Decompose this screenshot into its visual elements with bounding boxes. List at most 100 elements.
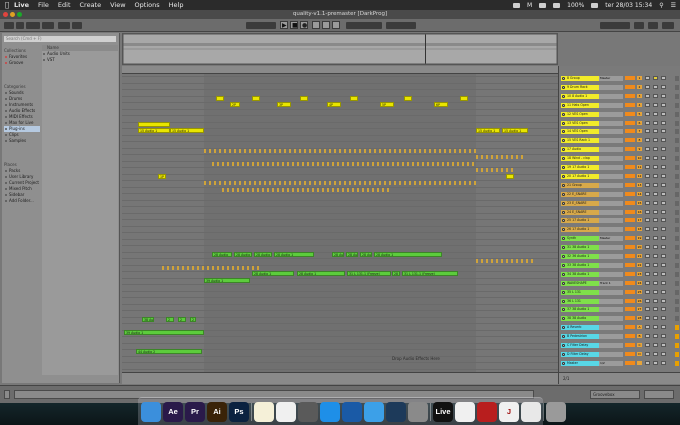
volume-field[interactable] <box>625 84 635 89</box>
menu-options[interactable]: Options <box>135 1 160 9</box>
solo-button[interactable] <box>645 173 650 178</box>
volume-field[interactable] <box>625 316 635 321</box>
arrangement-position-field[interactable] <box>246 22 276 29</box>
track-name[interactable]: Synth <box>561 236 599 242</box>
track-activator-button[interactable]: 6 <box>637 120 642 125</box>
list-item[interactable]: VST <box>42 57 118 63</box>
track-name[interactable]: 32 36 Audio 1 <box>561 254 599 259</box>
arrangement-clip[interactable]: 15 Audio 1 <box>502 128 528 133</box>
track-activator-button[interactable]: 11 <box>637 165 642 169</box>
arm-button[interactable] <box>653 156 658 161</box>
arm-button[interactable] <box>653 307 658 312</box>
track-activator-icon[interactable] <box>562 361 565 365</box>
track-activator-icon[interactable] <box>562 290 565 294</box>
monitor-button[interactable] <box>661 245 666 250</box>
track-name[interactable]: 19 17 Audio 1 <box>561 165 599 170</box>
monitor-button[interactable] <box>661 316 666 321</box>
output-routing-select[interactable] <box>599 200 623 206</box>
trash-icon[interactable] <box>546 401 566 422</box>
loop-start-field[interactable] <box>346 22 382 29</box>
track-name[interactable]: 31 38 Audio 1 <box>561 245 599 251</box>
volume-field[interactable] <box>625 227 635 232</box>
output-routing-select[interactable] <box>599 218 623 224</box>
track-name[interactable]: WAVESHAPE <box>561 280 599 286</box>
track-activator-button[interactable]: 1 <box>637 76 642 80</box>
volume-field[interactable] <box>625 209 635 214</box>
arm-button[interactable] <box>653 182 658 187</box>
monitor-button[interactable] <box>661 262 666 267</box>
volume-field[interactable] <box>625 102 635 107</box>
loop-length-field[interactable] <box>386 22 416 29</box>
volume-field[interactable] <box>625 298 635 303</box>
play-button[interactable]: ▶ <box>280 21 288 29</box>
solo-button[interactable] <box>645 165 650 169</box>
volume-field[interactable] <box>625 245 635 250</box>
imovie-icon[interactable] <box>298 401 318 422</box>
solo-button[interactable] <box>645 182 650 187</box>
overdub-button[interactable] <box>312 21 320 29</box>
arm-button[interactable] <box>653 129 658 134</box>
track-activator-icon[interactable] <box>562 228 565 232</box>
solo-button[interactable] <box>645 262 650 267</box>
arrangement-clip[interactable]: 28 Audio <box>254 251 272 257</box>
track-activator-button[interactable]: 20 <box>637 245 642 250</box>
midi-notes-clip[interactable] <box>476 168 516 172</box>
menu-view[interactable]: View <box>110 1 125 9</box>
track-name[interactable]: 15 VES Rack 1 <box>561 138 599 144</box>
track-activator-button[interactable]: 2 <box>637 84 642 89</box>
output-routing-select[interactable] <box>599 316 623 322</box>
track-activator-icon[interactable] <box>562 112 565 116</box>
status-extra[interactable]: M <box>527 2 532 9</box>
arm-button[interactable] <box>653 200 658 205</box>
volume-field[interactable] <box>625 156 635 161</box>
monitor-button[interactable] <box>661 129 666 134</box>
battery-percent[interactable]: 100% <box>567 2 584 9</box>
monitor-button[interactable] <box>661 325 666 330</box>
arm-button[interactable] <box>653 120 658 125</box>
arrangement-overview[interactable] <box>122 33 558 65</box>
monitor-button[interactable] <box>661 173 666 178</box>
track-activator-icon[interactable] <box>562 174 565 178</box>
arrangement-clip[interactable]: 28 Audio 1 <box>252 271 294 276</box>
volume-field[interactable] <box>625 182 635 187</box>
monitor-button[interactable] <box>661 218 666 223</box>
output-routing-select[interactable] <box>599 289 623 295</box>
volume-field[interactable] <box>625 218 635 223</box>
browser-item-add-folder[interactable]: Add Folder... <box>4 198 40 204</box>
output-routing-select[interactable]: 1/2 <box>599 360 623 366</box>
volume-field[interactable] <box>625 360 635 365</box>
midi-notes-clip[interactable] <box>476 155 526 159</box>
search-icon[interactable]: ⚲ <box>659 2 663 9</box>
track-activator-button[interactable] <box>637 360 642 365</box>
output-routing-select[interactable] <box>599 209 623 215</box>
arrangement-clip[interactable]: 3P <box>277 102 291 107</box>
track-activator-button[interactable]: 15 <box>637 200 642 205</box>
browser-item-groove[interactable]: Groove <box>4 60 40 66</box>
volume-field[interactable] <box>625 343 635 347</box>
track-name[interactable]: 38 38 Audio <box>561 316 599 322</box>
track-name[interactable]: 21 Group <box>561 182 599 188</box>
output-routing-select[interactable] <box>599 298 623 304</box>
track-activator-icon[interactable] <box>562 85 565 89</box>
arrangement-clip[interactable]: 5P <box>380 102 394 107</box>
track-name[interactable]: 25 17 Audio 1 <box>561 218 599 224</box>
solo-button[interactable] <box>645 191 650 196</box>
settings-icon[interactable] <box>408 401 428 422</box>
output-routing-select[interactable]: Master <box>599 236 623 242</box>
solo-button[interactable] <box>645 307 650 312</box>
arm-button[interactable] <box>653 280 658 285</box>
session-record-button[interactable] <box>332 21 340 29</box>
browser-search-input[interactable]: Search (Cmd + F) <box>4 36 116 42</box>
arrangement-clip[interactable] <box>350 95 358 101</box>
monitor-button[interactable] <box>661 147 666 152</box>
monitor-button[interactable] <box>661 227 666 232</box>
browser-item-samples[interactable]: Samples <box>4 138 40 144</box>
track-activator-button[interactable]: 5 <box>637 111 642 116</box>
arm-button[interactable] <box>653 84 658 89</box>
monitor-button[interactable] <box>661 182 666 187</box>
output-routing-select[interactable] <box>599 182 623 188</box>
midi-notes-clip[interactable] <box>212 161 476 166</box>
arm-button[interactable] <box>653 165 658 169</box>
volume-field[interactable] <box>625 325 635 330</box>
track-activator-button[interactable]: 4 <box>637 102 642 107</box>
